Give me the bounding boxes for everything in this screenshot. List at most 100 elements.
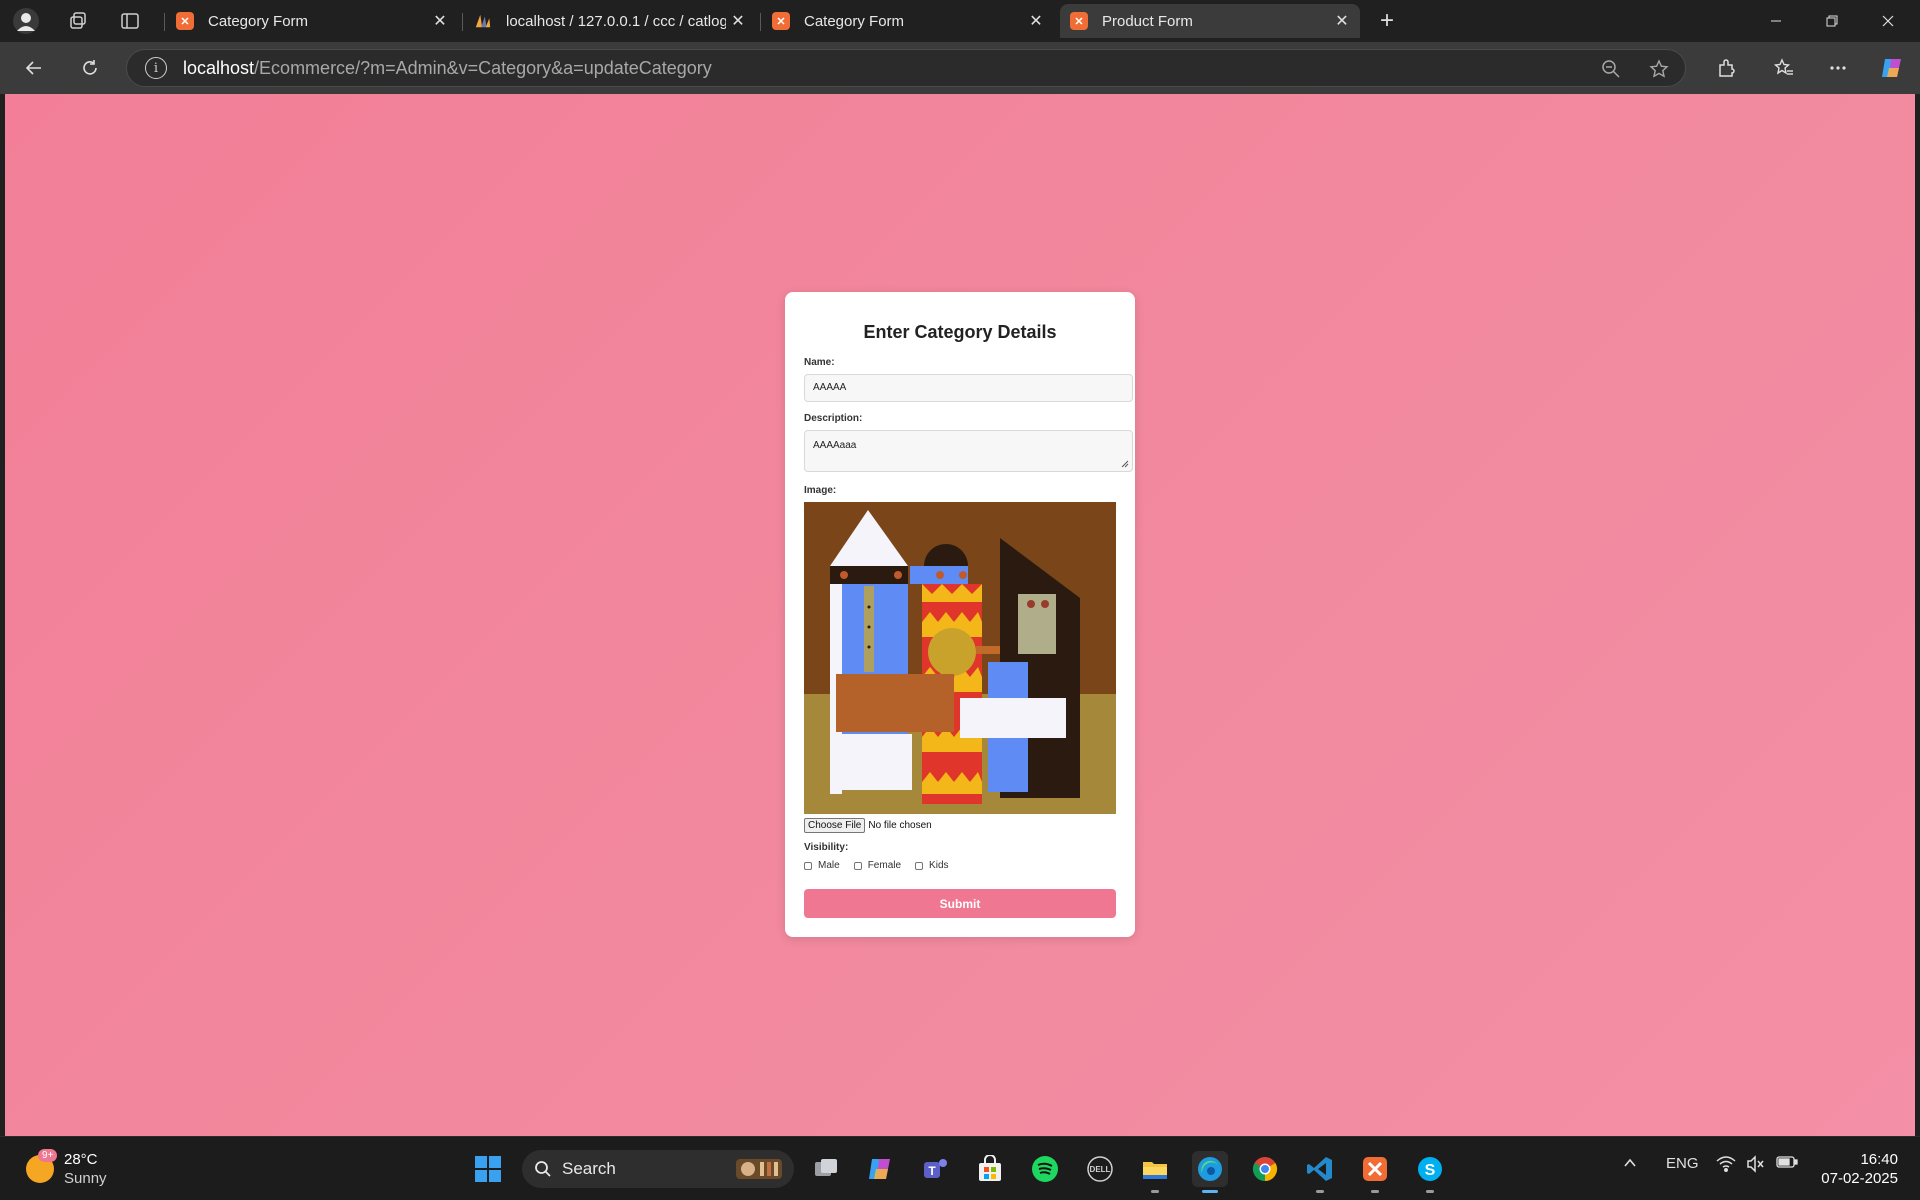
tab-title: Category Form	[804, 12, 905, 30]
workspaces-icon[interactable]	[62, 6, 94, 36]
option-label: Kids	[929, 860, 949, 871]
skype-icon[interactable]: S	[1412, 1151, 1448, 1193]
tab-title: Category Form	[208, 12, 309, 30]
description-text: AAAAaaa	[813, 440, 857, 451]
tab-title: localhost / 127.0.0.1 / ccc / catlog	[506, 12, 726, 30]
description-textarea[interactable]: AAAAaaa	[804, 430, 1133, 472]
more-options-icon[interactable]	[1822, 52, 1854, 84]
visibility-option-kids[interactable]: Kids	[915, 860, 949, 871]
tab-title: Product Form	[1102, 12, 1193, 30]
search-highlight-icon	[736, 1159, 782, 1179]
profile-avatar[interactable]	[10, 6, 42, 36]
tab-separator	[462, 13, 463, 31]
option-label: Male	[818, 860, 840, 871]
minimize-window-icon[interactable]	[1748, 0, 1804, 42]
checkbox[interactable]	[915, 861, 924, 870]
volume-muted-icon[interactable]	[1746, 1155, 1766, 1173]
start-button[interactable]	[470, 1151, 506, 1187]
search-icon	[535, 1161, 551, 1177]
vertical-tabs-icon[interactable]	[114, 6, 146, 36]
xampp-icon: ✕	[1070, 12, 1088, 30]
close-tab-icon[interactable]: ✕	[726, 9, 750, 33]
sun-icon: 9+	[26, 1149, 58, 1183]
search-label: Search	[562, 1159, 616, 1178]
close-tab-icon[interactable]: ✕	[1330, 9, 1354, 33]
xampp-taskbar-icon[interactable]	[1357, 1151, 1393, 1193]
description-label: Description:	[804, 413, 863, 424]
close-window-icon[interactable]	[1860, 0, 1916, 42]
copilot-icon[interactable]	[1876, 52, 1908, 84]
back-arrow-icon[interactable]	[18, 52, 50, 84]
notification-badge: 9+	[38, 1149, 58, 1162]
tab-separator	[760, 13, 761, 31]
edge-icon[interactable]	[1192, 1151, 1228, 1193]
file-explorer-icon[interactable]	[1137, 1151, 1173, 1193]
site-info-icon[interactable]: i	[145, 57, 167, 79]
dell-icon[interactable]: DELL	[1082, 1151, 1118, 1187]
file-status-text: No file chosen	[868, 820, 932, 831]
chrome-icon[interactable]	[1247, 1151, 1283, 1187]
name-label: Name:	[804, 357, 835, 368]
close-tab-icon[interactable]: ✕	[1024, 9, 1048, 33]
xampp-icon: ✕	[772, 12, 790, 30]
checkbox[interactable]	[853, 861, 862, 870]
system-clock[interactable]: 16:40 07-02-2025	[1821, 1150, 1898, 1188]
task-view-icon[interactable]	[808, 1151, 844, 1187]
checkbox[interactable]	[804, 861, 812, 870]
form-heading: Enter Category Details	[863, 322, 1057, 342]
running-indicator	[1151, 1190, 1159, 1193]
running-indicator	[1371, 1190, 1379, 1193]
page-viewport: Enter Category Details Name: AAAAA Descr…	[5, 94, 1915, 1136]
choose-file-button[interactable]: Choose File	[804, 818, 866, 833]
tab-separator	[164, 13, 165, 31]
xampp-icon: ✕	[176, 12, 194, 30]
file-upload: Choose File No file chosen	[804, 818, 932, 833]
weather-condition: Sunny	[64, 1170, 107, 1187]
category-form-card: Enter Category Details Name: AAAAA Descr…	[785, 292, 1135, 937]
battery-icon[interactable]	[1776, 1155, 1798, 1169]
taskbar-search[interactable]: Search	[522, 1150, 794, 1188]
vscode-icon[interactable]	[1302, 1151, 1338, 1193]
svg-text:S: S	[1425, 1162, 1436, 1179]
browser-tab-strip: ✕ Category Form ✕ localhost / 127.0.0.1 …	[0, 0, 1920, 42]
windows-taskbar: 9+ 28°C Sunny Search T DELL S ENG 16:40 …	[0, 1136, 1920, 1200]
zoom-out-icon[interactable]	[1599, 57, 1623, 81]
show-hidden-icons-chevron-up-icon[interactable]	[1622, 1155, 1638, 1171]
image-label: Image:	[804, 485, 837, 496]
category-image-preview	[804, 502, 1116, 814]
new-tab-button[interactable]: +	[1372, 6, 1402, 36]
tab-phpmyadmin[interactable]: localhost / 127.0.0.1 / ccc / catlog ✕	[464, 4, 756, 38]
tab-product-form[interactable]: ✕ Product Form ✕	[1060, 4, 1360, 38]
visibility-option-male[interactable]: Male	[804, 860, 840, 871]
svg-text:DELL: DELL	[1090, 1165, 1111, 1174]
extensions-icon[interactable]	[1710, 52, 1742, 84]
tab-category-form-1[interactable]: ✕ Category Form ✕	[166, 4, 458, 38]
tab-category-form-2[interactable]: ✕ Category Form ✕	[762, 4, 1054, 38]
visibility-options: Male Female Kids	[804, 860, 963, 871]
spotify-icon[interactable]	[1027, 1151, 1063, 1187]
clock-date: 07-02-2025	[1821, 1170, 1898, 1187]
resize-handle-icon[interactable]	[1121, 460, 1129, 468]
name-input[interactable]: AAAAA	[804, 374, 1133, 402]
weather-widget[interactable]: 9+ 28°C Sunny	[26, 1149, 107, 1188]
close-tab-icon[interactable]: ✕	[428, 9, 452, 33]
microsoft-store-icon[interactable]	[972, 1151, 1008, 1187]
weather-temperature: 28°C	[64, 1151, 98, 1168]
visibility-option-female[interactable]: Female	[853, 860, 902, 871]
running-indicator	[1316, 1190, 1324, 1193]
url-path: /Ecommerce/?m=Admin&v=Category&a=updateC…	[254, 57, 712, 78]
svg-text:T: T	[928, 1164, 936, 1178]
address-bar[interactable]: i localhost/Ecommerce/?m=Admin&v=Categor…	[126, 49, 1686, 87]
favorite-star-icon[interactable]	[1647, 57, 1671, 81]
url-text[interactable]: localhost/Ecommerce/?m=Admin&v=Category&…	[183, 58, 712, 79]
url-host: localhost	[183, 57, 255, 78]
favorites-icon[interactable]	[1768, 52, 1800, 84]
wifi-icon[interactable]	[1716, 1155, 1736, 1173]
submit-button[interactable]: Submit	[804, 889, 1116, 918]
teams-icon[interactable]: T	[917, 1151, 953, 1187]
restore-window-icon[interactable]	[1804, 0, 1860, 42]
copilot-taskbar-icon[interactable]	[862, 1151, 898, 1187]
option-label: Female	[867, 860, 902, 871]
language-indicator[interactable]: ENG	[1666, 1155, 1699, 1172]
refresh-icon[interactable]	[74, 52, 106, 84]
